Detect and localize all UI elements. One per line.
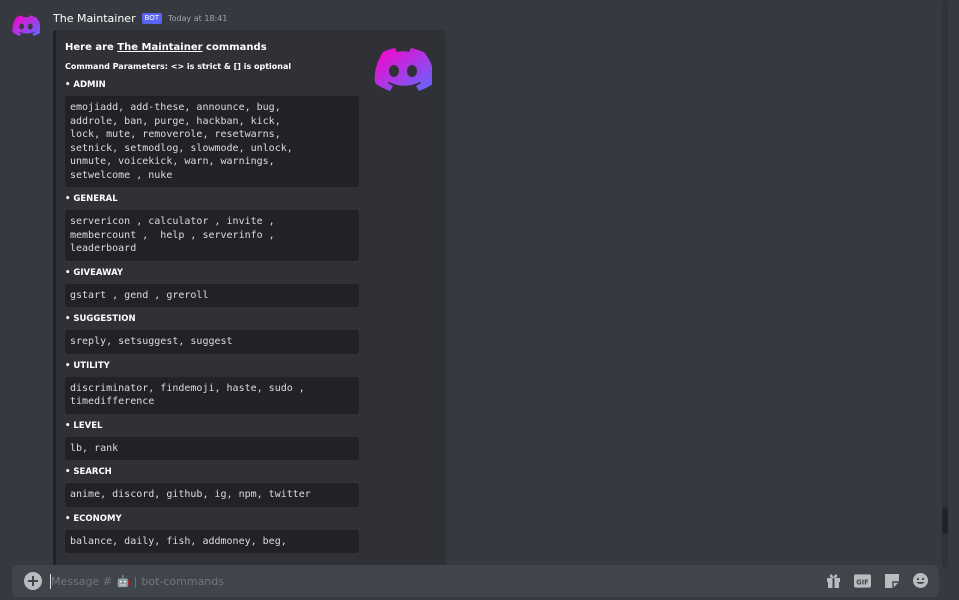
embed-description: Command Parameters: <> is strict & [] is… [65, 62, 292, 71]
section-title: • ECONOMY [65, 513, 122, 524]
channel-name: bot-commands [141, 574, 224, 588]
embed-title: Here are The Maintainer commands [65, 40, 359, 55]
code-block: emojiadd, add-these, announce, bug, addr… [65, 96, 359, 187]
code-block: anime, discord, github, ig, npm, twitter [65, 483, 359, 507]
section-search: • SEARCH anime, discord, github, ig, npm… [65, 467, 359, 507]
section-title: • SUGGESTION [65, 314, 136, 324]
message-input[interactable]: Message # 🤖 | bot-commands [51, 575, 224, 588]
embed-title-suffix: commands [202, 42, 267, 53]
embed-title-link[interactable]: The Maintainer [117, 42, 202, 53]
section-title: • SEARCH [65, 467, 112, 477]
composer-actions: GIF [825, 572, 929, 589]
code-block: sreply, setsuggest, suggest [65, 330, 359, 354]
section-general: • GENERAL servericon , calculator , invi… [65, 194, 359, 261]
username[interactable]: The Maintainer [53, 12, 136, 25]
svg-text:GIF: GIF [856, 578, 868, 586]
placeholder-separator: | [133, 574, 138, 588]
section-title: • LEVEL [65, 420, 103, 431]
section-suggestion: • SUGGESTION sreply, setsuggest, suggest [65, 314, 359, 354]
bot-tag: BOT [141, 12, 163, 24]
code-block: lb, rank [65, 436, 359, 460]
scrollbar-track[interactable] [942, 0, 948, 568]
section-giveaway: • GIVEAWAY gstart , gend , greroll [65, 267, 359, 307]
channel-emoji: 🤖 [115, 574, 130, 588]
placeholder-prefix: Message # [51, 574, 112, 588]
gift-icon[interactable] [825, 572, 842, 589]
gif-icon[interactable]: GIF [854, 572, 871, 589]
timestamp: Today at 18:41 [168, 13, 228, 23]
section-economy: • ECONOMY balance, daily, fish, addmoney… [65, 513, 359, 553]
section-admin: • ADMIN emojiadd, add-these, announce, b… [65, 80, 359, 187]
section-title: • UTILITY [65, 360, 110, 371]
section-title: • ADMIN [65, 80, 106, 90]
section-utility: • UTILITY discriminator, findemoji, hast… [65, 361, 359, 414]
code-block: balance, daily, fish, addmoney, beg, [65, 529, 359, 553]
discord-logo-icon [12, 15, 40, 37]
embed-content: Here are The Maintainer commands Command… [65, 40, 359, 553]
message-header: The Maintainer BOT Today at 18:41 [53, 10, 227, 26]
code-block: discriminator, findemoji, haste, sudo , … [65, 376, 359, 414]
code-block: servericon , calculator , invite , membe… [65, 210, 359, 261]
plus-circle-icon[interactable] [24, 572, 42, 590]
section-title: • GIVEAWAY [65, 267, 124, 278]
embed: Here are The Maintainer commands Command… [53, 30, 446, 570]
section-level: • LEVEL lb, rank [65, 420, 359, 460]
section-title: • GENERAL [65, 194, 118, 204]
embed-thumbnail-discord-logo-icon[interactable] [374, 45, 432, 95]
avatar[interactable] [12, 12, 40, 40]
message-composer[interactable]: Message # 🤖 | bot-commands GIF [12, 565, 939, 597]
code-block: gstart , gend , greroll [65, 283, 359, 307]
scrollbar-thumb[interactable] [942, 508, 948, 534]
emoji-icon[interactable] [912, 572, 929, 589]
embed-title-prefix: Here are [65, 42, 118, 53]
sticker-icon[interactable] [883, 572, 900, 589]
